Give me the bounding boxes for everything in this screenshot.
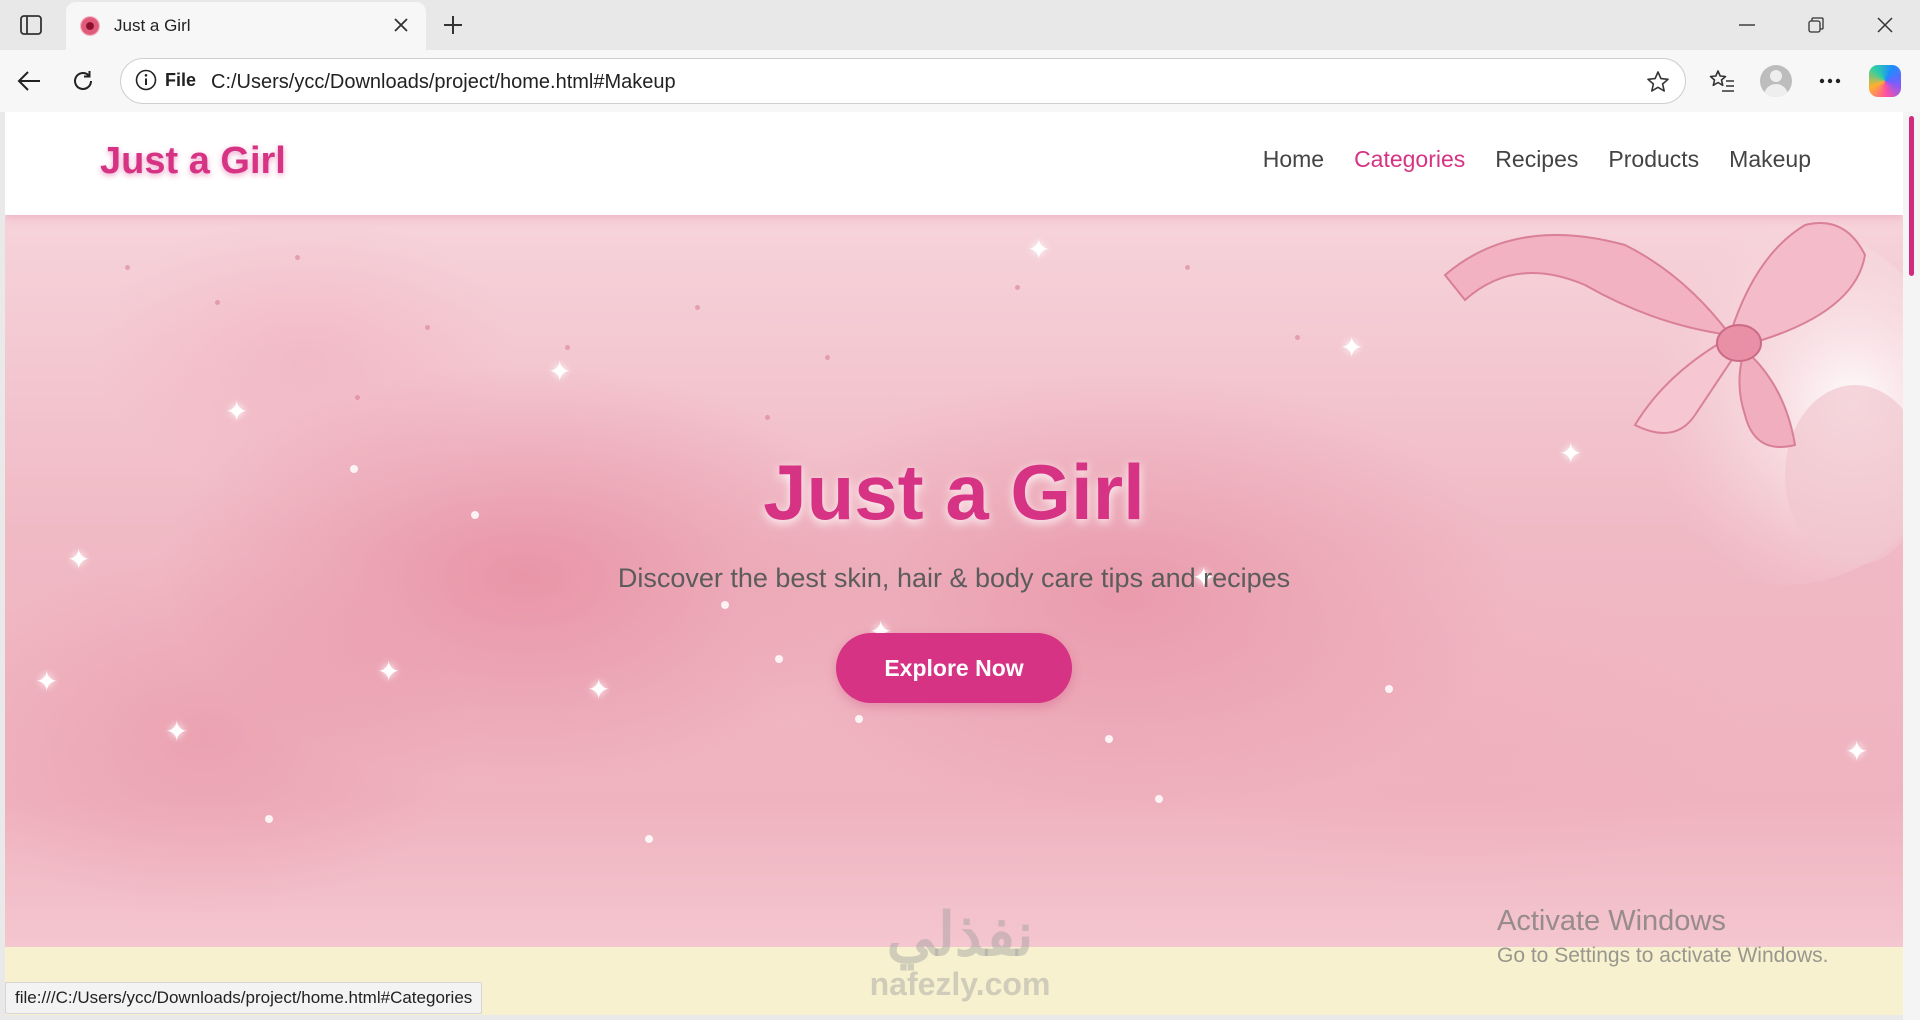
speck (1295, 335, 1300, 340)
dot (721, 601, 729, 609)
site-info-button[interactable]: File (135, 69, 196, 91)
favorites-icon[interactable] (1703, 62, 1741, 100)
speck (1015, 285, 1020, 290)
avatar (1760, 65, 1792, 97)
sparkle-icon: ✦ (587, 674, 611, 705)
page-viewport: Just a Girl Home Categories Recipes Prod… (5, 112, 1903, 1015)
active-tab[interactable]: Just a Girl (66, 2, 426, 50)
speck (125, 265, 130, 270)
sparkle-icon: ✦ (1340, 332, 1364, 363)
dot (1385, 685, 1393, 693)
status-bar: file:///C:/Users/ycc/Downloads/project/h… (5, 982, 483, 1014)
activate-title: Activate Windows (1497, 905, 1726, 937)
favicon-icon (80, 16, 100, 36)
new-tab-icon[interactable] (436, 8, 470, 42)
speck (565, 345, 570, 350)
sparkle-icon: ✦ (1027, 234, 1051, 265)
nav-categories[interactable]: Categories (1354, 146, 1465, 173)
reload-icon[interactable] (64, 62, 102, 100)
dot (645, 835, 653, 843)
hero-title: Just a Girl (763, 448, 1145, 536)
speck (355, 395, 360, 400)
tab-bar: Just a Girl (0, 0, 1920, 50)
address-bar-row: File C:/Users/ycc/Downloads/project/home… (0, 50, 1920, 112)
main-nav: Home Categories Recipes Products Makeup (1263, 146, 1811, 173)
profile-icon[interactable] (1757, 62, 1795, 100)
hero-subtitle: Discover the best skin, hair & body care… (617, 563, 1291, 593)
dot (855, 715, 863, 723)
sparkle-icon: ✦ (1845, 736, 1869, 767)
explore-now-button[interactable]: Explore Now (836, 633, 1072, 703)
close-tab-icon[interactable] (390, 14, 412, 36)
watermark: نفذلي nafezly.com (850, 904, 1070, 1003)
sparkle-icon: ✦ (35, 666, 59, 697)
close-window-icon[interactable] (1862, 8, 1908, 42)
watermark-latin: nafezly.com (869, 966, 1051, 1002)
scroll-thumb[interactable] (1909, 116, 1914, 276)
site-info-label: File (165, 69, 197, 90)
sparkle-icon: ✦ (548, 356, 572, 387)
dot (265, 815, 273, 823)
dot (1105, 735, 1113, 743)
site-logo[interactable]: Just a Girl (100, 140, 286, 183)
hero-section: ✦ ✦ ✦ ✦ ✦ ✦ ✦ ✦ ✦ ✦ ✦ ✦ ✦ Just a Girl Di… (5, 215, 1903, 947)
nav-makeup[interactable]: Makeup (1729, 146, 1811, 173)
sparkle-icon: ✦ (225, 396, 249, 427)
dot (775, 655, 783, 663)
sparkle-icon: ✦ (165, 716, 189, 747)
speck (295, 255, 300, 260)
url-text[interactable]: C:/Users/ycc/Downloads/project/home.html… (211, 71, 676, 94)
site-header: Just a Girl Home Categories Recipes Prod… (5, 112, 1903, 215)
speck (695, 305, 700, 310)
info-icon (135, 69, 157, 91)
restore-icon[interactable] (1793, 8, 1839, 42)
activate-subtitle: Go to Settings to activate Windows. (1497, 944, 1829, 967)
tab-list-icon[interactable] (14, 10, 48, 40)
copilot-icon[interactable] (1866, 62, 1904, 100)
nav-recipes[interactable]: Recipes (1495, 146, 1578, 173)
speck (765, 415, 770, 420)
sparkle-icon: ✦ (377, 656, 401, 687)
dot (1155, 795, 1163, 803)
bow-icon (1443, 222, 1903, 585)
more-icon[interactable] (1811, 62, 1849, 100)
speck (1185, 265, 1190, 270)
minimize-icon[interactable] (1724, 8, 1770, 42)
speck (215, 300, 220, 305)
vertical-scrollbar[interactable] (1903, 112, 1920, 1020)
nav-products[interactable]: Products (1608, 146, 1699, 173)
star-icon[interactable] (1645, 69, 1671, 95)
address-bar[interactable]: File C:/Users/ycc/Downloads/project/home… (120, 58, 1686, 104)
nav-home[interactable]: Home (1263, 146, 1324, 173)
activate-windows-notice: Activate Windows Go to Settings to activ… (1497, 905, 1829, 968)
speck (825, 355, 830, 360)
speck (425, 325, 430, 330)
back-icon[interactable] (10, 62, 48, 100)
tab-title: Just a Girl (114, 16, 191, 35)
watermark-arabic: نفذلي (886, 901, 1034, 968)
copilot-logo (1869, 65, 1901, 97)
